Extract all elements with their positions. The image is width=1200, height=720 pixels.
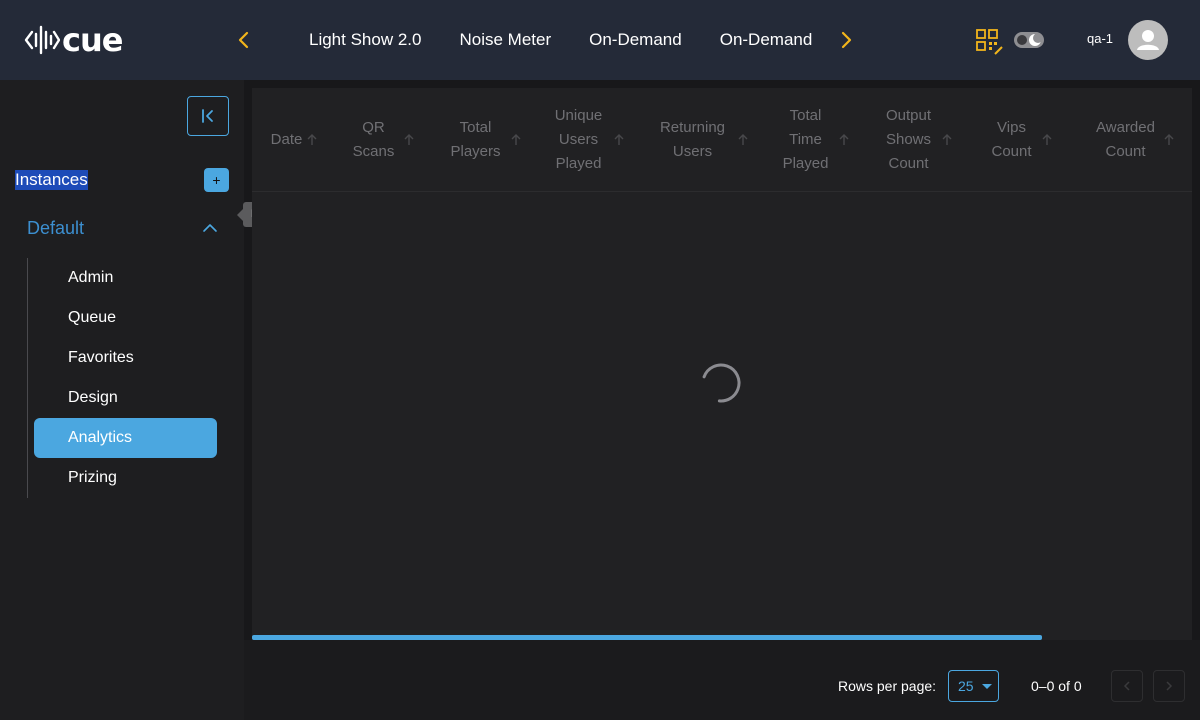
sort-arrow-icon (404, 134, 413, 145)
sidebar-item-queue[interactable]: Queue (34, 298, 217, 338)
sidebar-item-admin[interactable]: Admin (34, 258, 217, 298)
column-header-total-time-played[interactable]: Total Time Played (772, 88, 856, 192)
chevron-left-icon (1123, 681, 1130, 691)
collapse-group-button[interactable] (200, 220, 220, 236)
column-header-qr-scans[interactable]: QR Scans (342, 88, 422, 192)
add-instance-button[interactable]: + (204, 168, 229, 192)
loading-spinner-icon (701, 363, 741, 403)
column-header-date[interactable]: Date (252, 88, 338, 192)
sidebar-item-prizing[interactable]: Prizing (34, 458, 217, 498)
sort-arrow-icon (839, 134, 848, 145)
tab-light-show[interactable]: Light Show 2.0 (309, 30, 421, 50)
qr-code-button[interactable] (975, 28, 1003, 56)
rows-per-page-label: Rows per page: (838, 678, 937, 694)
rows-per-page-value: 25 (958, 678, 974, 694)
column-label: Total Time Played (782, 107, 829, 172)
theme-toggle-icon (1014, 32, 1044, 48)
tabs-scroll-right-button[interactable] (834, 28, 858, 52)
instances-label: Instances (15, 170, 88, 190)
sort-arrow-icon (614, 134, 623, 145)
sort-arrow-icon (511, 134, 520, 145)
column-header-returning-users[interactable]: Returning Users (648, 88, 754, 192)
sidebar: Instances + Default Admin Queue Favorite… (0, 80, 244, 720)
collapse-sidebar-button[interactable] (187, 96, 229, 136)
column-label: Returning Users (659, 119, 726, 160)
tabs-scroll-left-button[interactable] (232, 28, 256, 52)
chevron-right-icon (1166, 681, 1173, 691)
soundwave-logo-icon (24, 25, 60, 55)
sort-arrow-icon (1164, 134, 1173, 145)
user-avatar-icon (1137, 30, 1159, 50)
analytics-table: Date QR Scans Total Players Unique Users… (252, 88, 1192, 640)
sidebar-item-favorites[interactable]: Favorites (34, 338, 217, 378)
next-page-button[interactable] (1153, 670, 1185, 702)
column-label: QR Scans (352, 119, 395, 160)
table-header: Date QR Scans Total Players Unique Users… (252, 88, 1192, 192)
sort-arrow-icon (1042, 134, 1051, 145)
instance-group-default[interactable]: Default (27, 218, 84, 239)
column-label: Awarded Count (1096, 119, 1155, 160)
column-label: Date (270, 131, 303, 148)
sidebar-item-analytics[interactable]: Analytics (34, 418, 217, 458)
column-label: Output Shows Count (885, 107, 932, 172)
column-label: Total Players (450, 119, 501, 160)
rows-per-page-select[interactable]: 25 (948, 670, 999, 702)
dark-mode-toggle[interactable] (1013, 29, 1045, 51)
tabs-viewport: Light Show 2.0 Noise Meter On-Demand On-… (290, 0, 822, 80)
collapse-left-icon (202, 109, 213, 123)
top-navigation-bar: cue Light Show 2.0 Noise Meter On-Demand… (0, 0, 1200, 80)
sort-arrow-icon (942, 134, 951, 145)
chevron-left-icon (238, 31, 249, 49)
table-pagination: Rows per page: 25 0–0 of 0 (244, 640, 1200, 720)
column-header-total-players[interactable]: Total Players (438, 88, 530, 192)
previous-page-button[interactable] (1111, 670, 1143, 702)
column-header-output-shows-count[interactable]: Output Shows Count (874, 88, 960, 192)
user-name[interactable]: qa-1 (1087, 31, 1113, 46)
logo-text: cue (62, 21, 123, 59)
tab-on-demand[interactable]: On-Demand (589, 30, 682, 50)
qr-code-icon (976, 29, 1003, 55)
column-header-unique-users-played[interactable]: Unique Users Played (542, 88, 632, 192)
sidebar-item-design[interactable]: Design (34, 378, 217, 418)
tab-on-demand-2[interactable]: On-Demand (720, 30, 813, 50)
column-header-awarded-count[interactable]: Awarded Count (1084, 88, 1184, 192)
experience-tabs: Light Show 2.0 Noise Meter On-Demand On-… (290, 0, 822, 80)
dropdown-caret-icon (982, 684, 992, 689)
page-range-text: 0–0 of 0 (1031, 678, 1082, 694)
column-label: Unique Users Played (554, 107, 603, 172)
chevron-up-icon (203, 224, 217, 232)
chevron-right-icon (841, 31, 852, 49)
column-header-vips-count[interactable]: Vips Count (982, 88, 1058, 192)
user-avatar[interactable] (1128, 20, 1168, 60)
sort-arrow-icon (307, 134, 317, 145)
tree-connector-line (27, 258, 28, 498)
sort-arrow-icon (738, 134, 747, 145)
column-label: Vips Count (991, 119, 1032, 160)
tab-noise-meter[interactable]: Noise Meter (459, 30, 551, 50)
cue-logo[interactable]: cue (24, 21, 123, 59)
